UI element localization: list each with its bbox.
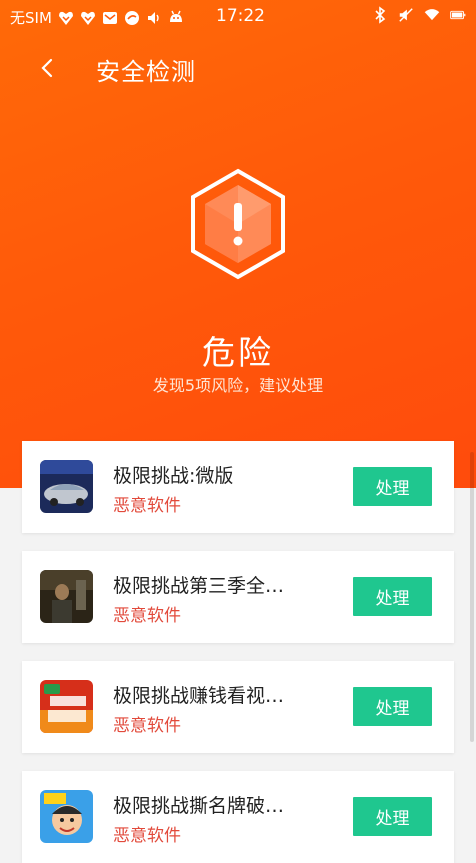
volume-icon xyxy=(146,10,162,26)
app-badge-icon xyxy=(124,10,140,26)
risk-item: 极限挑战:微版 恶意软件 处理 xyxy=(22,441,454,533)
app-icon-car xyxy=(40,460,93,513)
app-name: 极限挑战:微版 xyxy=(113,465,234,487)
risk-summary: 发现5项风险，建议处理 xyxy=(152,376,324,395)
risk-item: 极限挑战第三季全… 恶意软件 处理 xyxy=(22,551,454,643)
chevron-left-icon xyxy=(41,58,53,78)
heart-shield-icon xyxy=(58,10,74,26)
app-icon-cartoon xyxy=(40,790,93,843)
app-name: 极限挑战撕名牌破… xyxy=(113,795,285,817)
bluetooth-icon xyxy=(372,6,388,24)
app-name: 极限挑战第三季全… xyxy=(113,575,285,597)
risk-label: 恶意软件 xyxy=(113,606,181,626)
android-icon xyxy=(168,10,184,26)
risk-label: 恶意软件 xyxy=(113,716,181,736)
handle-button[interactable]: 处理 xyxy=(353,467,432,506)
mute-icon xyxy=(398,7,414,23)
risk-item: 极限挑战赚钱看视… 恶意软件 处理 xyxy=(22,661,454,753)
mail-icon xyxy=(102,10,118,26)
status-bar: 无SIM 17:22 xyxy=(0,0,476,34)
app-icon-challenge xyxy=(40,680,93,733)
app-icon-poster xyxy=(40,570,93,623)
wifi-icon xyxy=(424,7,440,23)
battery-icon xyxy=(450,7,466,23)
app-name: 极限挑战赚钱看视… xyxy=(113,685,285,707)
risk-label: 恶意软件 xyxy=(113,826,181,846)
risk-label: 恶意软件 xyxy=(113,496,181,516)
carrier-label: 无SIM xyxy=(10,9,52,27)
back-button[interactable] xyxy=(32,52,64,84)
scrollbar[interactable] xyxy=(470,452,474,742)
page-title: 安全检测 xyxy=(96,58,196,86)
handle-button[interactable]: 处理 xyxy=(353,687,432,726)
handle-button[interactable]: 处理 xyxy=(353,577,432,616)
heart-shield-icon xyxy=(80,10,96,26)
risk-item: 极限挑战撕名牌破… 恶意软件 处理 xyxy=(22,771,454,863)
clock: 17:22 xyxy=(216,6,265,26)
handle-button[interactable]: 处理 xyxy=(353,797,432,836)
warning-shield-icon xyxy=(189,168,287,280)
risk-status-title: 危险 xyxy=(202,333,274,372)
